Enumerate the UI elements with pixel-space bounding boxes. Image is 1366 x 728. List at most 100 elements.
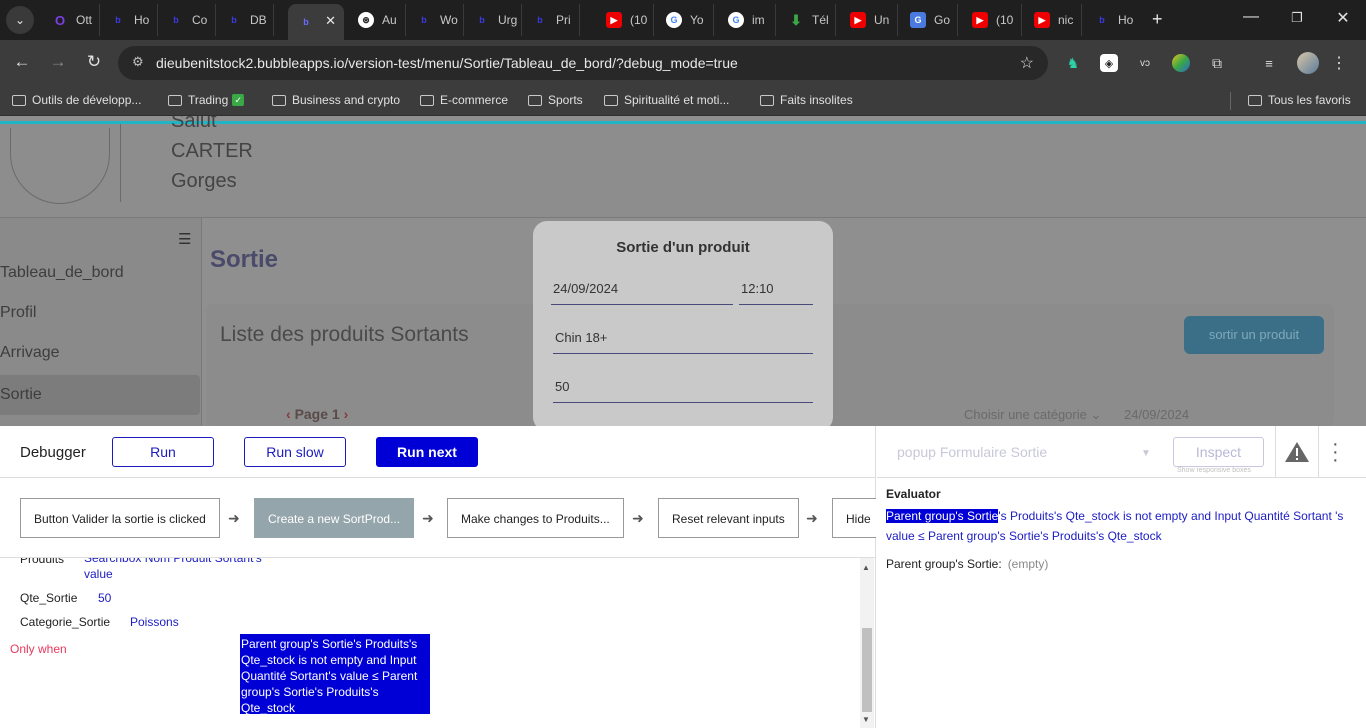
sidebar-item-label: Tableau_de_bord xyxy=(0,264,124,281)
sidebar-item-arrivage[interactable]: Arrivage xyxy=(0,333,200,373)
bookmark-folder[interactable]: Sports xyxy=(528,93,583,107)
browser-tab[interactable]: b DB xyxy=(216,4,274,36)
bookmark-label: Spiritualité et moti... xyxy=(624,93,730,107)
forward-arrow-icon[interactable]: → xyxy=(46,52,70,72)
browser-tab[interactable]: b Ho xyxy=(1084,4,1142,36)
warning-icon[interactable] xyxy=(1275,426,1319,478)
responsive-boxes-link[interactable]: Show responsive boxes xyxy=(1177,467,1251,474)
expression-highlight[interactable]: Parent group's Sortie xyxy=(886,509,999,523)
browser-tab[interactable]: ▶ (10 xyxy=(962,4,1022,36)
bubble-favicon-icon: b xyxy=(303,17,309,27)
extensions-puzzle-icon[interactable]: ⧉ xyxy=(1208,54,1226,72)
browser-tab[interactable]: b Urg xyxy=(464,4,522,36)
browser-tab[interactable]: ▶ nic xyxy=(1024,4,1082,36)
bookmark-folder[interactable]: Faits insolites xyxy=(760,93,853,107)
browser-menu-icon[interactable]: ⋮ xyxy=(1330,54,1348,72)
details-scrollbar[interactable]: ▲ ▼ xyxy=(860,558,874,728)
window-close-icon[interactable]: ✕ xyxy=(1328,8,1358,28)
bookmark-label: Outils de développ... xyxy=(32,93,142,107)
bookmark-label: Faits insolites xyxy=(780,93,853,107)
browser-tab[interactable]: ▶ Un xyxy=(840,4,898,36)
bookmark-folder[interactable]: Outils de développ... xyxy=(12,93,141,107)
sidebar-item-profil[interactable]: Profil xyxy=(0,293,200,333)
browser-tab-active[interactable]: b ✕ xyxy=(288,4,344,40)
run-button[interactable]: Run xyxy=(112,437,214,467)
tab-close-icon[interactable]: ✕ xyxy=(325,13,336,29)
browser-tab[interactable]: ⊛ Au xyxy=(348,4,406,36)
browser-tab[interactable]: ⬇ Tél xyxy=(778,4,836,36)
minimize-icon[interactable]: — xyxy=(1236,8,1266,26)
workflow-step[interactable]: Button Valider la sortie is clicked xyxy=(20,498,220,538)
bookmark-folder[interactable]: E-commerce xyxy=(420,93,508,107)
collapse-menu-icon[interactable]: ☰ xyxy=(178,230,191,248)
browser-tab[interactable]: G im xyxy=(718,4,776,36)
tab-label: Go xyxy=(934,13,951,27)
bookmark-label: Sports xyxy=(548,93,583,107)
extension-dino-icon[interactable]: ♞ xyxy=(1064,54,1082,72)
new-tab-plus-icon[interactable]: + xyxy=(1152,9,1163,30)
scrollbar-thumb[interactable] xyxy=(862,628,872,712)
extension-vo-icon[interactable]: vɔ xyxy=(1136,54,1154,72)
workflow-step[interactable]: Hide xyxy=(832,498,876,538)
browser-tab[interactable]: b Co xyxy=(158,4,216,36)
extension-color-icon[interactable] xyxy=(1172,54,1190,72)
restore-icon[interactable]: ❐ xyxy=(1282,10,1312,26)
field-value: Searchbox Nom Produit Sortant's value xyxy=(84,558,262,581)
page-title: Sortie xyxy=(210,246,279,273)
back-arrow-icon[interactable]: ← xyxy=(10,52,34,72)
element-select[interactable]: popup Formulaire Sortie xyxy=(897,444,1047,460)
time-input[interactable]: 12:10 xyxy=(739,281,813,305)
bookmark-folder[interactable]: Business and crypto xyxy=(272,93,400,107)
more-options-icon[interactable]: · · · xyxy=(1332,434,1339,470)
logo-circle xyxy=(10,128,110,204)
workflow-step-current[interactable]: Create a new SortProd... xyxy=(254,498,414,538)
extension-box-icon[interactable]: ◈ xyxy=(1100,54,1118,72)
scroll-up-icon[interactable]: ▲ xyxy=(862,563,870,572)
browser-tab[interactable]: b Ho xyxy=(100,4,158,36)
workflow-step[interactable]: Reset relevant inputs xyxy=(658,498,799,538)
inspect-button[interactable]: Inspect xyxy=(1173,437,1264,467)
browser-toolbar: ← → ↻ ⚙ dieubenitstock2.bubbleapps.io/ve… xyxy=(0,40,1366,86)
evaluator-expression[interactable]: Parent group's Sortie's Produits's Qte_s… xyxy=(886,506,1356,546)
date-input[interactable]: 24/09/2024 xyxy=(551,281,733,305)
browser-tab[interactable]: ▶ (10 xyxy=(596,4,654,36)
sortir-produit-button[interactable]: sortir un produit xyxy=(1184,316,1324,354)
translate-favicon-icon: G xyxy=(910,12,926,28)
scroll-down-icon[interactable]: ▼ xyxy=(862,715,870,724)
tab-search-icon[interactable]: ⌄ xyxy=(6,6,34,34)
address-url[interactable]: dieubenitstock2.bubbleapps.io/version-te… xyxy=(156,55,738,71)
bookmark-star-icon[interactable]: ☆ xyxy=(1020,53,1034,73)
profile-avatar[interactable] xyxy=(1297,52,1319,74)
browser-tab[interactable]: O Ott xyxy=(42,4,100,36)
site-settings-icon[interactable]: ⚙ xyxy=(132,54,144,70)
browser-tab[interactable]: G Yo xyxy=(656,4,714,36)
tab-label: Au xyxy=(382,13,397,27)
all-bookmarks-folder[interactable]: Tous les favoris xyxy=(1248,93,1351,107)
run-slow-button[interactable]: Run slow xyxy=(244,437,346,467)
category-dropdown[interactable]: Choisir une catégorie ⌄ xyxy=(956,404,1112,426)
tab-label: Urg xyxy=(498,13,518,27)
sidebar-item-sortie[interactable]: Sortie xyxy=(0,375,200,415)
reload-icon[interactable]: ↻ xyxy=(82,52,106,72)
date-filter-input[interactable]: 24/09/2024 xyxy=(1118,404,1274,426)
step-arrow-icon: ➜ xyxy=(228,510,240,526)
folder-icon xyxy=(168,94,182,106)
product-search-input[interactable]: Chin 18+ xyxy=(553,330,813,354)
address-bar[interactable]: ⚙ dieubenitstock2.bubbleapps.io/version-… xyxy=(118,46,1048,80)
run-next-button[interactable]: Run next xyxy=(376,437,478,467)
tab-favicon-icon: O xyxy=(54,12,66,28)
browser-tab[interactable]: b Pri xyxy=(522,4,580,36)
workflow-step[interactable]: Make changes to Produits... xyxy=(447,498,624,538)
next-page-icon[interactable]: › xyxy=(340,406,349,422)
browser-tab[interactable]: G Go xyxy=(900,4,958,36)
media-control-icon[interactable]: ≡ xyxy=(1260,54,1278,72)
google-favicon-icon: G xyxy=(728,12,744,28)
bookmark-folder[interactable]: Spiritualité et moti... xyxy=(604,93,729,107)
bookmark-folder[interactable]: Trading ✓ xyxy=(168,93,245,107)
tab-label: Pri xyxy=(556,13,571,27)
condition-expression[interactable]: Parent group's Sortie's Produits's Qte_s… xyxy=(240,634,430,715)
browser-tab[interactable]: b Wo xyxy=(406,4,464,36)
prev-page-icon[interactable]: ‹ xyxy=(286,406,295,422)
sidebar-item-tableau-de-bord[interactable]: Tableau_de_bord xyxy=(0,253,200,293)
quantity-input[interactable]: 50 xyxy=(553,379,813,403)
